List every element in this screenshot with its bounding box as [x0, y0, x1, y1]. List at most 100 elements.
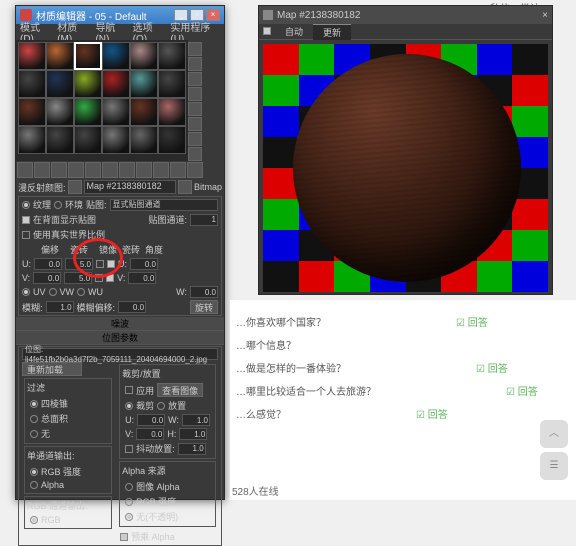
tool-video[interactable] [188, 102, 202, 116]
apply-check[interactable] [125, 386, 133, 394]
mapping-dropdown[interactable]: 显式贴图通道 [110, 199, 218, 211]
v-mirror-check[interactable] [95, 274, 103, 282]
tool-map[interactable] [188, 147, 202, 161]
crop-u[interactable]: 0.0 [137, 414, 165, 426]
realworld-check[interactable] [22, 231, 30, 239]
preview-titlebar[interactable]: Map #2138380182 × [259, 6, 552, 24]
material-slot[interactable] [18, 98, 46, 126]
reply-link[interactable]: ☑ 回答 [416, 410, 448, 421]
tool-put[interactable] [34, 162, 50, 178]
reply-link[interactable]: ☑ 回答 [476, 364, 508, 375]
material-slot[interactable] [130, 126, 158, 154]
tool-options[interactable] [188, 117, 202, 131]
tool-reset[interactable] [68, 162, 84, 178]
tool-sample-type[interactable] [188, 42, 202, 56]
dropdown-icon[interactable] [178, 180, 192, 194]
environ-radio[interactable] [54, 201, 62, 209]
tab-update[interactable]: 更新 [313, 24, 351, 40]
material-slot[interactable] [102, 98, 130, 126]
question-item[interactable]: …哪个信息？ [236, 337, 570, 352]
summed-radio[interactable] [30, 415, 38, 423]
reload-button[interactable]: 重新加载 [22, 362, 82, 376]
alpha-none-radio[interactable] [125, 513, 133, 521]
material-slot[interactable] [130, 42, 158, 70]
v-offset-spinner[interactable]: 0.0 [33, 272, 61, 284]
tool-pick[interactable] [170, 162, 186, 178]
material-slot[interactable] [158, 98, 186, 126]
tool-sibling[interactable] [153, 162, 169, 178]
u-tile-check[interactable] [107, 260, 115, 268]
material-slot[interactable] [130, 98, 158, 126]
material-slot[interactable] [158, 42, 186, 70]
u-offset-spinner[interactable]: 0.0 [34, 258, 62, 270]
material-slot[interactable] [46, 126, 74, 154]
tool-select[interactable] [188, 132, 202, 146]
bitmap-path-field[interactable]: 位图: li4fe51fb2b0a3d7f2b_7059111_20404694… [22, 348, 218, 360]
auto-check[interactable] [263, 27, 271, 35]
reply-link[interactable]: ☑ 回答 [456, 318, 488, 329]
channel-spinner[interactable]: 1 [190, 214, 218, 226]
view-image-button[interactable]: 查看图像 [157, 383, 203, 397]
alpha-rgb-radio[interactable] [125, 498, 133, 506]
question-item[interactable]: …做是怎样的一番体验？☑ 回答 [236, 360, 570, 375]
u-angle-spinner[interactable]: 0.0 [130, 258, 158, 270]
premult-check[interactable] [120, 533, 128, 541]
mono-rgb-radio[interactable] [30, 468, 38, 476]
material-slot[interactable] [130, 70, 158, 98]
alpha-img-radio[interactable] [125, 483, 133, 491]
tool-end[interactable] [119, 162, 135, 178]
blur-offset-spinner[interactable]: 0.0 [118, 301, 146, 313]
reply-link[interactable]: ☑ 回答 [506, 387, 538, 398]
tool-backlight[interactable] [188, 57, 202, 71]
vw-radio[interactable] [49, 288, 57, 296]
jitter-check[interactable] [125, 445, 133, 453]
map-type[interactable]: Bitmap [194, 182, 222, 192]
texture-radio[interactable] [22, 201, 30, 209]
noise-rollout-header[interactable]: 噪波 [16, 317, 224, 331]
map-name-field[interactable]: Map #2138380182 [84, 180, 176, 194]
crop-radio[interactable] [125, 402, 133, 410]
preview-close[interactable]: × [542, 10, 548, 21]
place-radio[interactable] [157, 402, 165, 410]
crop-w[interactable]: 1.0 [182, 414, 210, 426]
uv-radio[interactable] [22, 288, 30, 296]
material-slot[interactable] [158, 126, 186, 154]
question-item[interactable]: …么感觉？☑ 回答 [236, 406, 570, 421]
preview-viewport[interactable] [263, 44, 548, 292]
v-angle-spinner[interactable]: 0.0 [128, 272, 156, 284]
wu-radio[interactable] [77, 288, 85, 296]
tool-name[interactable] [187, 162, 203, 178]
material-slot[interactable] [18, 42, 46, 70]
material-slot[interactable] [46, 98, 74, 126]
v-tile-check[interactable] [106, 274, 114, 282]
tool-get[interactable] [17, 162, 33, 178]
material-slot[interactable] [18, 70, 46, 98]
jitter-spinner[interactable]: 1.0 [178, 443, 206, 455]
scroll-list-button[interactable]: ☰ [540, 452, 568, 480]
bitmap-rollout-header[interactable]: 位图参数 [16, 331, 224, 345]
none-radio[interactable] [30, 430, 38, 438]
w-angle-spinner[interactable]: 0.0 [190, 286, 218, 298]
question-item[interactable]: …你喜欢哪个国家？☑ 回答 [236, 314, 570, 329]
rgbout-rgb-radio[interactable] [30, 516, 38, 524]
blur-spinner[interactable]: 1.0 [46, 301, 74, 313]
material-slot[interactable] [46, 42, 74, 70]
question-item[interactable]: …哪里比较适合一个人去旅游？☑ 回答 [236, 383, 570, 398]
tool-background[interactable] [188, 72, 202, 86]
material-slot[interactable] [18, 126, 46, 154]
tool-x[interactable] [85, 162, 101, 178]
tab-auto[interactable]: 自动 [275, 24, 313, 40]
u-tile-spinner[interactable]: 5.0 [65, 258, 93, 270]
material-slot[interactable] [74, 98, 102, 126]
material-slot[interactable] [74, 126, 102, 154]
tool-uv-tile[interactable] [188, 87, 202, 101]
material-slot[interactable] [46, 70, 74, 98]
material-slot[interactable] [102, 126, 130, 154]
backface-check[interactable] [22, 216, 30, 224]
mono-alpha-radio[interactable] [30, 481, 38, 489]
tool-parent[interactable] [136, 162, 152, 178]
material-slot[interactable] [74, 70, 102, 98]
crop-v[interactable]: 0.0 [136, 428, 164, 440]
pyramidal-radio[interactable] [30, 400, 38, 408]
material-slot[interactable] [102, 70, 130, 98]
